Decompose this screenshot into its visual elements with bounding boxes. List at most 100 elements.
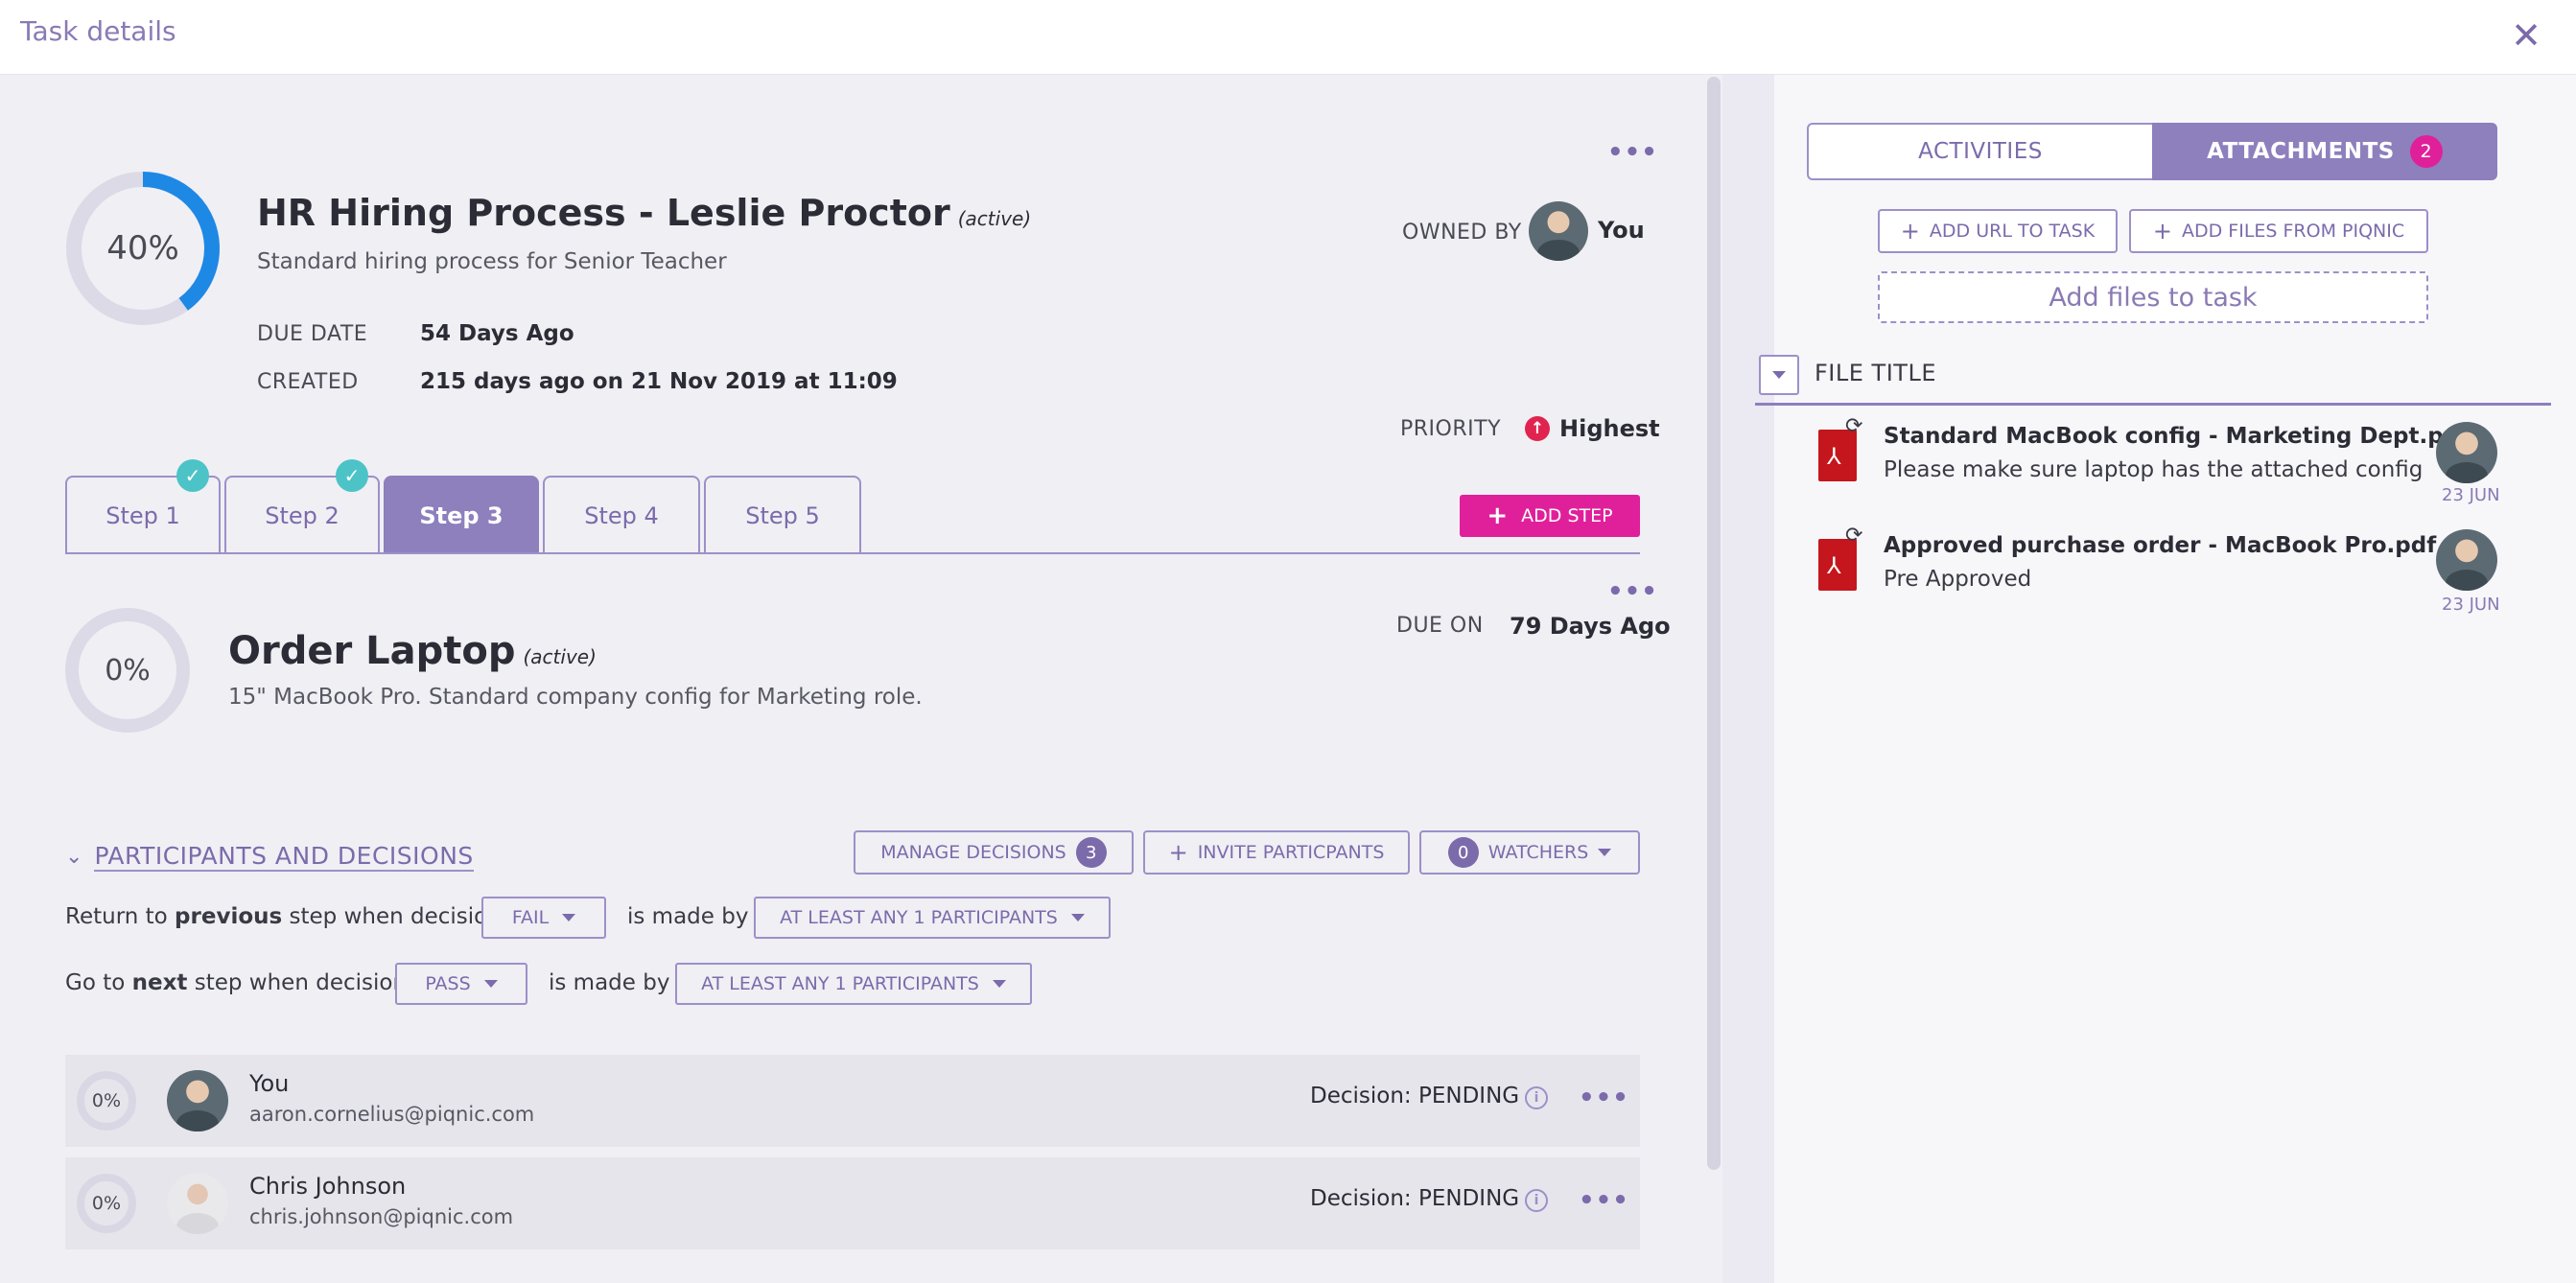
close-icon[interactable]: ✕ (2511, 17, 2541, 54)
participant-decision: Decision: PENDING (1310, 1186, 1520, 1211)
plus-icon: + (1900, 218, 1920, 245)
previous-quorum-value: AT LEAST ANY 1 PARTICIPANTS (780, 907, 1058, 928)
created-value: 215 days ago on 21 Nov 2019 at 11:09 (420, 369, 898, 394)
task-progress-ring: 40% (65, 171, 221, 326)
add-files-drop-zone[interactable]: Add files to task (1878, 271, 2428, 323)
caret-down-icon (1598, 849, 1612, 856)
tabs-baseline (65, 552, 1640, 554)
task-title: HR Hiring Process - Leslie Proctor (activ… (257, 192, 1031, 234)
owner-avatar[interactable] (1529, 201, 1588, 261)
sync-icon: ⟳ (1845, 524, 1863, 548)
due-on-label: DUE ON (1396, 614, 1484, 638)
scrollbar[interactable] (1707, 77, 1721, 1170)
rule-previous-prefix: Return to (65, 904, 176, 929)
add-files-label: ADD FILES FROM PIQNIC (2181, 221, 2405, 242)
add-url-label: ADD URL TO TASK (1929, 221, 2096, 242)
caret-down-icon (992, 980, 1006, 988)
participant-row[interactable]: 0% You aaron.cornelius@piqnic.com Decisi… (65, 1055, 1640, 1147)
owner-name: You (1598, 217, 1645, 244)
step-menu-icon[interactable]: ••• (1607, 579, 1658, 604)
caret-down-icon (1070, 914, 1085, 921)
add-step-label: ADD STEP (1521, 505, 1613, 526)
watchers-dropdown[interactable]: 0 WATCHERS (1419, 830, 1640, 875)
task-progress-value: 40% (106, 229, 179, 268)
avatar (167, 1173, 228, 1234)
next-quorum-select[interactable]: AT LEAST ANY 1 PARTICIPANTS (675, 963, 1032, 1005)
step-1-check-icon: ✓ (176, 459, 209, 492)
rule-next-suffix: step when decision (187, 970, 408, 995)
rule-next-madeby: is made by (549, 970, 670, 995)
previous-quorum-select[interactable]: AT LEAST ANY 1 PARTICIPANTS (754, 897, 1111, 939)
sort-dropdown[interactable] (1759, 355, 1799, 395)
participant-name: You (249, 1070, 290, 1097)
participant-menu-icon[interactable]: ••• (1579, 1188, 1629, 1213)
rule-previous-text: Return to previous step when decision (65, 904, 502, 929)
caret-down-icon (1772, 371, 1786, 379)
info-icon[interactable]: i (1525, 1189, 1548, 1212)
file-header-rule (1755, 403, 2551, 406)
tab-step-5[interactable]: Step 5 (704, 476, 861, 554)
plus-icon: + (1487, 502, 1509, 530)
uploader-avatar (2436, 422, 2497, 483)
file-title[interactable]: Approved purchase order - MacBook Pro.pd… (1884, 533, 2436, 558)
uploader-avatar (2436, 529, 2497, 591)
tab-step-4[interactable]: Step 4 (543, 476, 700, 554)
next-quorum-value: AT LEAST ANY 1 PARTICIPANTS (701, 973, 979, 994)
participant-progress: 0% (77, 1174, 136, 1233)
created-label: CREATED (257, 370, 359, 394)
manage-decisions-button[interactable]: MANAGE DECISIONS 3 (854, 830, 1134, 875)
sync-icon: ⟳ (1845, 414, 1863, 438)
pass-decision-select[interactable]: PASS (395, 963, 527, 1005)
rule-previous-suffix: step when decision (282, 904, 502, 929)
file-description: Pre Approved (1884, 567, 2032, 592)
priority-up-icon: ↑ (1525, 416, 1550, 441)
plus-icon: + (1168, 839, 1188, 866)
file-date: 23 JUN (2442, 485, 2500, 505)
due-date-value: 54 Days Ago (420, 321, 574, 346)
tab-attachments[interactable]: ATTACHMENTS 2 (2152, 123, 2497, 180)
rule-next-prefix: Go to (65, 970, 132, 995)
file-description: Please make sure laptop has the attached… (1884, 457, 2424, 482)
rule-previous-bold: previous (175, 904, 283, 929)
add-files-from-piqnic-button[interactable]: + ADD FILES FROM PIQNIC (2129, 209, 2428, 253)
invite-participants-button[interactable]: + INVITE PARTICPANTS (1143, 830, 1410, 875)
task-subtitle: Standard hiring process for Senior Teach… (257, 249, 727, 274)
task-title-text: HR Hiring Process - Leslie Proctor (257, 192, 950, 234)
attachments-panel (1774, 75, 2576, 1283)
participants-section-toggle[interactable]: ⌄ PARTICIPANTS AND DECISIONS (65, 842, 474, 872)
pass-decision-value: PASS (425, 973, 471, 994)
step-state: (active) (523, 645, 597, 668)
due-on-value: 79 Days Ago (1510, 613, 1671, 640)
owned-by-label: OWNED BY (1402, 221, 1522, 245)
due-date-label: DUE DATE (257, 322, 368, 346)
participant-progress: 0% (77, 1071, 136, 1131)
tab-attachments-label: ATTACHMENTS (2207, 139, 2395, 164)
step-progress-ring: 0% (65, 608, 190, 733)
participant-email: aaron.cornelius@piqnic.com (249, 1103, 535, 1126)
header-bar: Task details ✕ (0, 0, 2576, 75)
file-title-header: FILE TITLE (1815, 360, 1936, 386)
watchers-label: WATCHERS (1487, 842, 1589, 863)
participant-menu-icon[interactable]: ••• (1579, 1085, 1629, 1110)
fail-decision-value: FAIL (511, 907, 550, 928)
panel-divider (1722, 75, 1774, 1283)
rule-next-text: Go to next step when decision (65, 970, 407, 995)
tab-step-3[interactable]: Step 3 (384, 476, 539, 554)
file-title[interactable]: Standard MacBook config - Marketing Dept… (1884, 424, 2469, 449)
rule-previous-madeby: is made by (627, 904, 749, 929)
tab-activities[interactable]: ACTIVITIES (1807, 123, 2152, 180)
task-menu-icon[interactable]: ••• (1607, 140, 1658, 165)
info-icon[interactable]: i (1525, 1086, 1548, 1109)
fail-decision-select[interactable]: FAIL (481, 897, 606, 939)
attachments-count-badge: 2 (2409, 135, 2443, 168)
add-step-button[interactable]: + ADD STEP (1460, 495, 1640, 537)
step-title: Order Laptop (active) (228, 629, 597, 673)
participant-email: chris.johnson@piqnic.com (249, 1205, 514, 1228)
participant-row[interactable]: 0% Chris Johnson chris.johnson@piqnic.co… (65, 1157, 1640, 1249)
step-2-check-icon: ✓ (336, 459, 368, 492)
add-url-button[interactable]: + ADD URL TO TASK (1878, 209, 2118, 253)
avatar (167, 1070, 228, 1131)
caret-down-icon (562, 914, 576, 921)
participant-decision: Decision: PENDING (1310, 1084, 1520, 1108)
step-title-text: Order Laptop (228, 629, 516, 673)
